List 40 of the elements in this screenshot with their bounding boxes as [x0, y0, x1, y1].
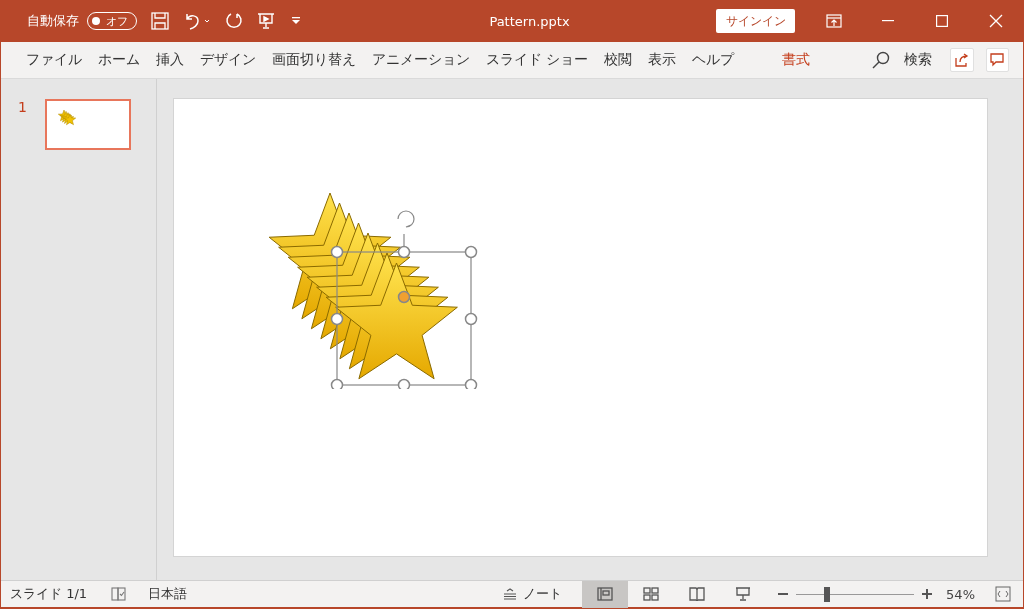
window-title: Pattern.pptx [488, 13, 571, 29]
ribbon-tab[interactable]: 表示 [640, 51, 685, 69]
autosave-label: 自動保存 [27, 12, 79, 30]
sign-in-button[interactable]: サインイン [716, 9, 795, 33]
ribbon-tab[interactable]: 画面切り替え [264, 51, 364, 69]
accessibility-check-icon[interactable] [111, 587, 128, 601]
search-button[interactable]: 検索 [866, 50, 939, 70]
comment-icon[interactable] [985, 48, 1009, 72]
slide-thumbnail[interactable] [44, 99, 131, 150]
ribbon-tab[interactable]: ホーム [90, 51, 148, 69]
notes-icon [503, 588, 518, 600]
grid-view-icon [643, 587, 660, 601]
language-label: 日本語 [148, 585, 188, 603]
undo-icon[interactable] [183, 12, 211, 30]
ribbon-tab[interactable]: スライド ショー [478, 51, 597, 69]
normal-view-icon [597, 587, 614, 601]
presentation-icon[interactable] [257, 12, 275, 30]
save-icon[interactable] [151, 12, 169, 30]
search-icon [872, 51, 891, 69]
ribbon-tab[interactable]: デザイン [192, 51, 264, 69]
notes-button[interactable]: ノート [503, 585, 563, 603]
view-button[interactable] [582, 580, 629, 608]
customize-dropdown-icon[interactable] [289, 16, 303, 26]
ribbon-tab[interactable]: ファイル [18, 51, 90, 69]
slide-count: スライド 1/1 [10, 585, 88, 603]
ribbon-tab[interactable]: ヘルプ [684, 51, 743, 69]
ribbon-tab[interactable]: アニメーション [364, 51, 478, 69]
zoom-slider-thumb[interactable] [823, 586, 830, 602]
ribbon-tab[interactable]: 挿入 [148, 51, 192, 69]
slide-number: 1 [18, 99, 27, 117]
zoom-in-icon[interactable] [922, 589, 933, 599]
ribbon-tab[interactable]: 校閲 [596, 51, 641, 69]
fit-slide-icon[interactable] [995, 586, 1011, 602]
star-icon [56, 109, 77, 127]
ribbon-tab[interactable]: 書式 [774, 51, 819, 69]
redo-icon[interactable] [225, 12, 243, 30]
presentation-icon [735, 586, 752, 602]
share-icon[interactable] [950, 48, 974, 72]
book-icon [689, 587, 706, 601]
zoom-level: 54% [946, 586, 975, 602]
